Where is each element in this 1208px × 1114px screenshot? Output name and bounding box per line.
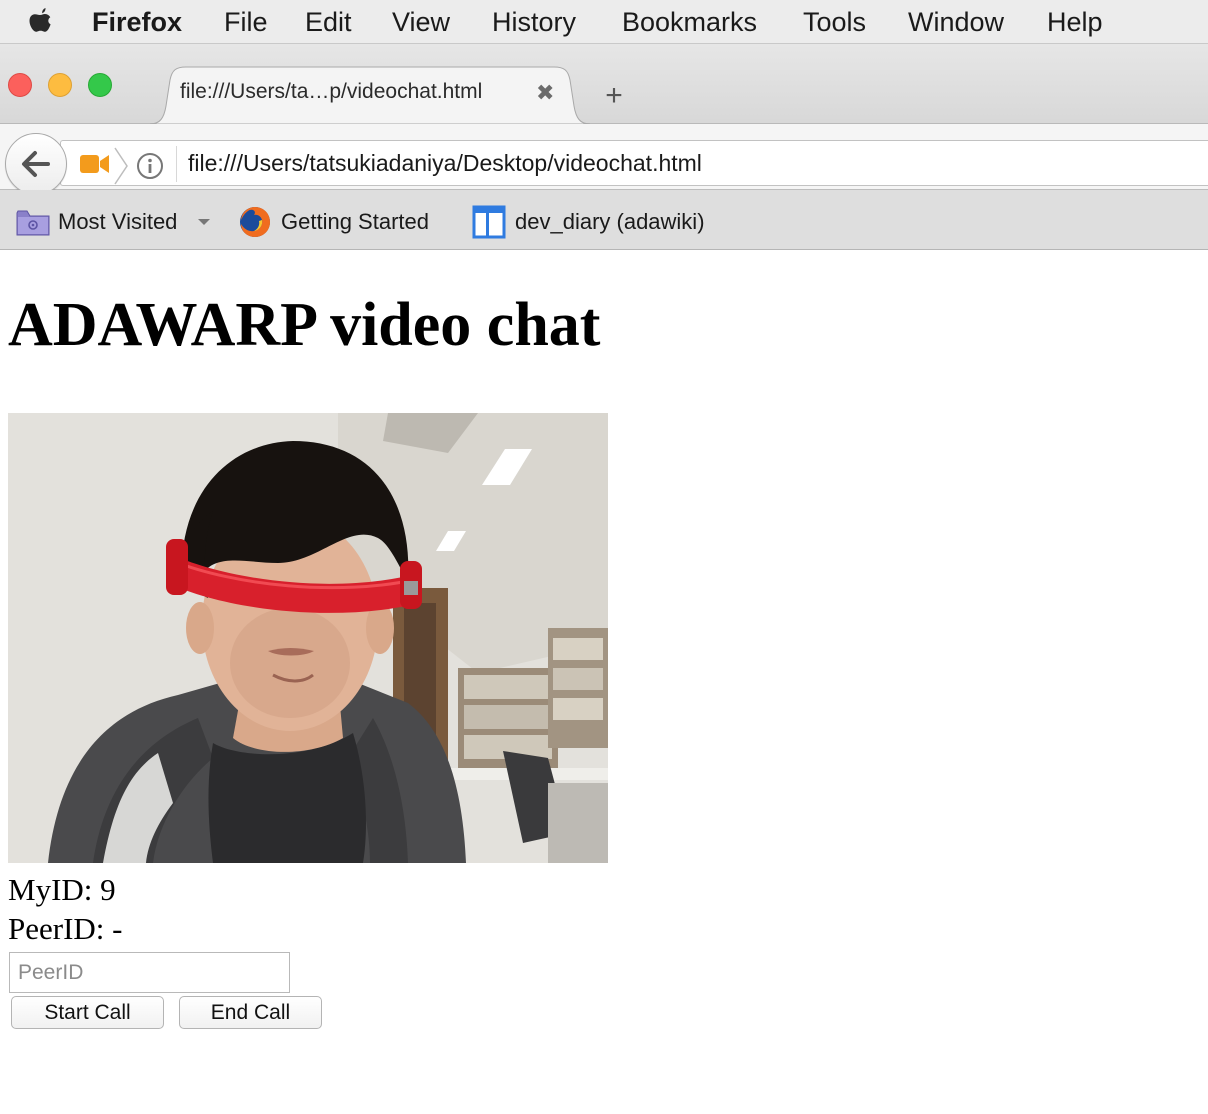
- menu-tools[interactable]: Tools: [803, 0, 866, 44]
- local-video-stream: [8, 413, 608, 863]
- menu-window[interactable]: Window: [908, 0, 1004, 44]
- webcam-frame-image: [8, 413, 608, 863]
- apple-logo-icon[interactable]: [26, 6, 54, 36]
- tab-videochat[interactable]: file:///Users/ta…p/videochat.html ✖: [150, 66, 590, 124]
- start-call-button[interactable]: Start Call: [11, 996, 164, 1029]
- menu-history[interactable]: History: [492, 0, 576, 44]
- menu-help[interactable]: Help: [1047, 0, 1103, 44]
- tab-close-icon[interactable]: ✖: [536, 80, 554, 106]
- chevron-down-icon: [198, 219, 210, 225]
- new-tab-button[interactable]: +: [598, 80, 630, 112]
- info-icon[interactable]: [136, 152, 164, 180]
- macos-menu-bar: Firefox File Edit View History Bookmarks…: [0, 0, 1208, 44]
- url-text[interactable]: file:///Users/tatsukiadaniya/Desktop/vid…: [188, 150, 702, 177]
- bookmark-dev-diary-label: dev_diary (adawiki): [515, 209, 705, 234]
- app-menu-firefox[interactable]: Firefox: [92, 0, 182, 44]
- bookmark-most-visited-label: Most Visited: [58, 209, 178, 234]
- my-id-text: MyID: 9: [8, 872, 116, 907]
- peer-id-text: PeerID: -: [8, 911, 123, 946]
- end-call-button[interactable]: End Call: [179, 996, 322, 1029]
- identity-separator-icon: [114, 147, 128, 185]
- window-close-button[interactable]: [8, 73, 32, 97]
- back-arrow-icon: [22, 151, 50, 177]
- tab-title: file:///Users/ta…p/videochat.html: [180, 80, 483, 103]
- window-zoom-button[interactable]: [88, 73, 112, 97]
- bookmark-getting-started-label: Getting Started: [281, 209, 429, 234]
- url-divider: [176, 146, 177, 182]
- peer-id-input[interactable]: [9, 952, 290, 993]
- camera-icon[interactable]: [80, 153, 110, 175]
- folder-icon: [16, 210, 50, 236]
- menu-view[interactable]: View: [392, 0, 450, 44]
- page-title: ADAWARP video chat: [8, 291, 601, 359]
- layout-icon: [472, 205, 506, 239]
- firefox-icon: [240, 207, 270, 237]
- menu-edit[interactable]: Edit: [305, 0, 352, 44]
- window-minimize-button[interactable]: [48, 73, 72, 97]
- menu-file[interactable]: File: [224, 0, 268, 44]
- menu-bookmarks[interactable]: Bookmarks: [622, 0, 757, 44]
- back-button[interactable]: [5, 133, 67, 195]
